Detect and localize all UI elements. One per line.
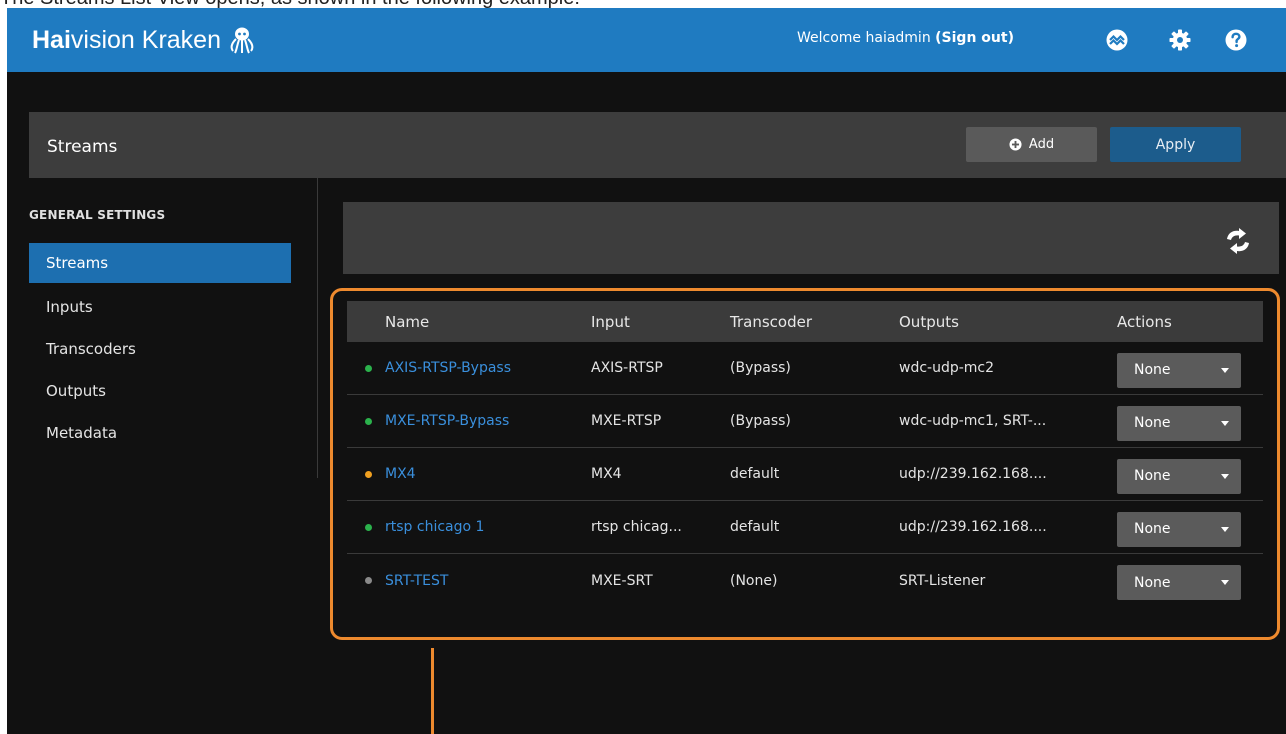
gear-icon[interactable] <box>1166 26 1194 54</box>
stream-input: rtsp chicag... <box>591 519 682 535</box>
table-row: SRT-TEST MXE-SRT (None) SRT-Listener Non… <box>347 554 1263 607</box>
octopus-logo-icon <box>230 27 254 54</box>
welcome-text: Welcome haiadmin (Sign out) <box>797 30 1014 46</box>
status-dot <box>365 417 372 425</box>
caret-down-icon <box>1221 526 1229 532</box>
status-dot <box>365 470 372 478</box>
brand-name-rest: vision Kraken <box>70 25 221 54</box>
table-row: MX4 MX4 default udp://239.162.168.... No… <box>347 448 1263 501</box>
stream-outputs: wdc-udp-mc2 <box>899 360 995 376</box>
stream-input: AXIS-RTSP <box>591 360 663 376</box>
caret-down-icon <box>1221 473 1229 479</box>
stream-name-link[interactable]: AXIS-RTSP-Bypass <box>385 360 511 376</box>
actions-value: None <box>1134 415 1171 431</box>
plus-circle-icon <box>1009 138 1022 151</box>
page-header-bar: Streams Add Apply <box>29 112 1286 178</box>
sidebar-item-outputs[interactable]: Outputs <box>29 371 291 411</box>
column-header-outputs[interactable]: Outputs <box>899 313 1117 331</box>
brand-logo[interactable]: Hai vision Kraken <box>32 25 257 55</box>
streams-table: Name Input Transcoder Outputs Actions AX… <box>347 301 1263 607</box>
toolbar <box>343 202 1279 274</box>
column-header-input[interactable]: Input <box>591 313 730 331</box>
stream-outputs: udp://239.162.168.... <box>899 466 1047 482</box>
table-header-row: Name Input Transcoder Outputs Actions <box>347 301 1263 342</box>
actions-value: None <box>1134 574 1171 591</box>
table-row: rtsp chicago 1 rtsp chicag... default ud… <box>347 501 1263 554</box>
stream-transcoder: (Bypass) <box>730 360 791 376</box>
stream-transcoder: (None) <box>730 572 778 589</box>
welcome-user: Welcome haiadmin <box>797 30 931 46</box>
actions-dropdown[interactable]: None <box>1117 565 1241 600</box>
actions-value: None <box>1134 468 1171 484</box>
caret-down-icon <box>1221 367 1229 373</box>
highlighted-streams-table: Name Input Transcoder Outputs Actions AX… <box>330 288 1280 640</box>
stream-name-link[interactable]: MXE-RTSP-Bypass <box>385 413 509 429</box>
actions-dropdown[interactable]: None <box>1117 458 1241 494</box>
sidebar-heading: GENERAL SETTINGS <box>29 208 166 222</box>
stream-outputs: wdc-udp-mc1, SRT-... <box>899 413 1047 429</box>
refresh-icon[interactable] <box>1221 226 1255 256</box>
kraken-app-window: Hai vision Kraken Welcome haiadmin (Sign … <box>7 8 1286 734</box>
stream-input: MX4 <box>591 466 622 482</box>
stream-transcoder: default <box>730 466 780 482</box>
status-dot <box>365 523 372 531</box>
stream-outputs: udp://239.162.168.... <box>899 519 1047 535</box>
stream-name-link[interactable]: MX4 <box>385 466 416 482</box>
stream-name-link[interactable]: SRT-TEST <box>385 573 448 589</box>
caret-down-icon <box>1221 580 1229 585</box>
stream-input: MXE-SRT <box>591 572 653 589</box>
help-icon[interactable] <box>1222 26 1250 54</box>
sidebar-item-streams[interactable]: Streams <box>29 243 291 283</box>
stream-transcoder: (Bypass) <box>730 413 791 429</box>
sidebar-item-transcoders[interactable]: Transcoders <box>29 329 291 369</box>
top-bar: Hai vision Kraken Welcome haiadmin (Sign … <box>7 8 1286 72</box>
add-button[interactable]: Add <box>966 127 1097 162</box>
actions-dropdown[interactable]: None <box>1117 352 1241 388</box>
sidebar-divider <box>317 178 318 478</box>
sidebar-item-metadata[interactable]: Metadata <box>29 413 291 453</box>
add-button-label: Add <box>1028 137 1055 152</box>
column-header-name[interactable]: Name <box>347 313 591 331</box>
sidebar: GENERAL SETTINGS Streams Inputs Transcod… <box>29 178 317 734</box>
callout-line <box>431 648 434 734</box>
status-dot <box>365 364 372 372</box>
status-icon[interactable] <box>1103 26 1131 54</box>
stream-transcoder: default <box>730 519 780 535</box>
column-header-transcoder[interactable]: Transcoder <box>730 313 899 331</box>
status-dot <box>365 577 372 584</box>
sign-out-link[interactable]: (Sign out) <box>935 30 1014 46</box>
sidebar-item-inputs[interactable]: Inputs <box>29 287 291 327</box>
caret-down-icon <box>1221 420 1229 426</box>
actions-dropdown[interactable]: None <box>1117 511 1241 547</box>
actions-value: None <box>1134 521 1171 537</box>
apply-button[interactable]: Apply <box>1110 127 1241 162</box>
stream-outputs: SRT-Listener <box>899 572 986 589</box>
page-title: Streams <box>47 137 118 157</box>
brand-name-bold: Hai <box>32 25 71 54</box>
table-row: AXIS-RTSP-Bypass AXIS-RTSP (Bypass) wdc-… <box>347 342 1263 395</box>
stream-name-link[interactable]: rtsp chicago 1 <box>385 519 484 535</box>
column-header-actions: Actions <box>1117 312 1172 331</box>
actions-dropdown[interactable]: None <box>1117 405 1241 441</box>
actions-value: None <box>1134 362 1171 378</box>
stream-input: MXE-RTSP <box>591 413 662 429</box>
table-row: MXE-RTSP-Bypass MXE-RTSP (Bypass) wdc-ud… <box>347 395 1263 448</box>
